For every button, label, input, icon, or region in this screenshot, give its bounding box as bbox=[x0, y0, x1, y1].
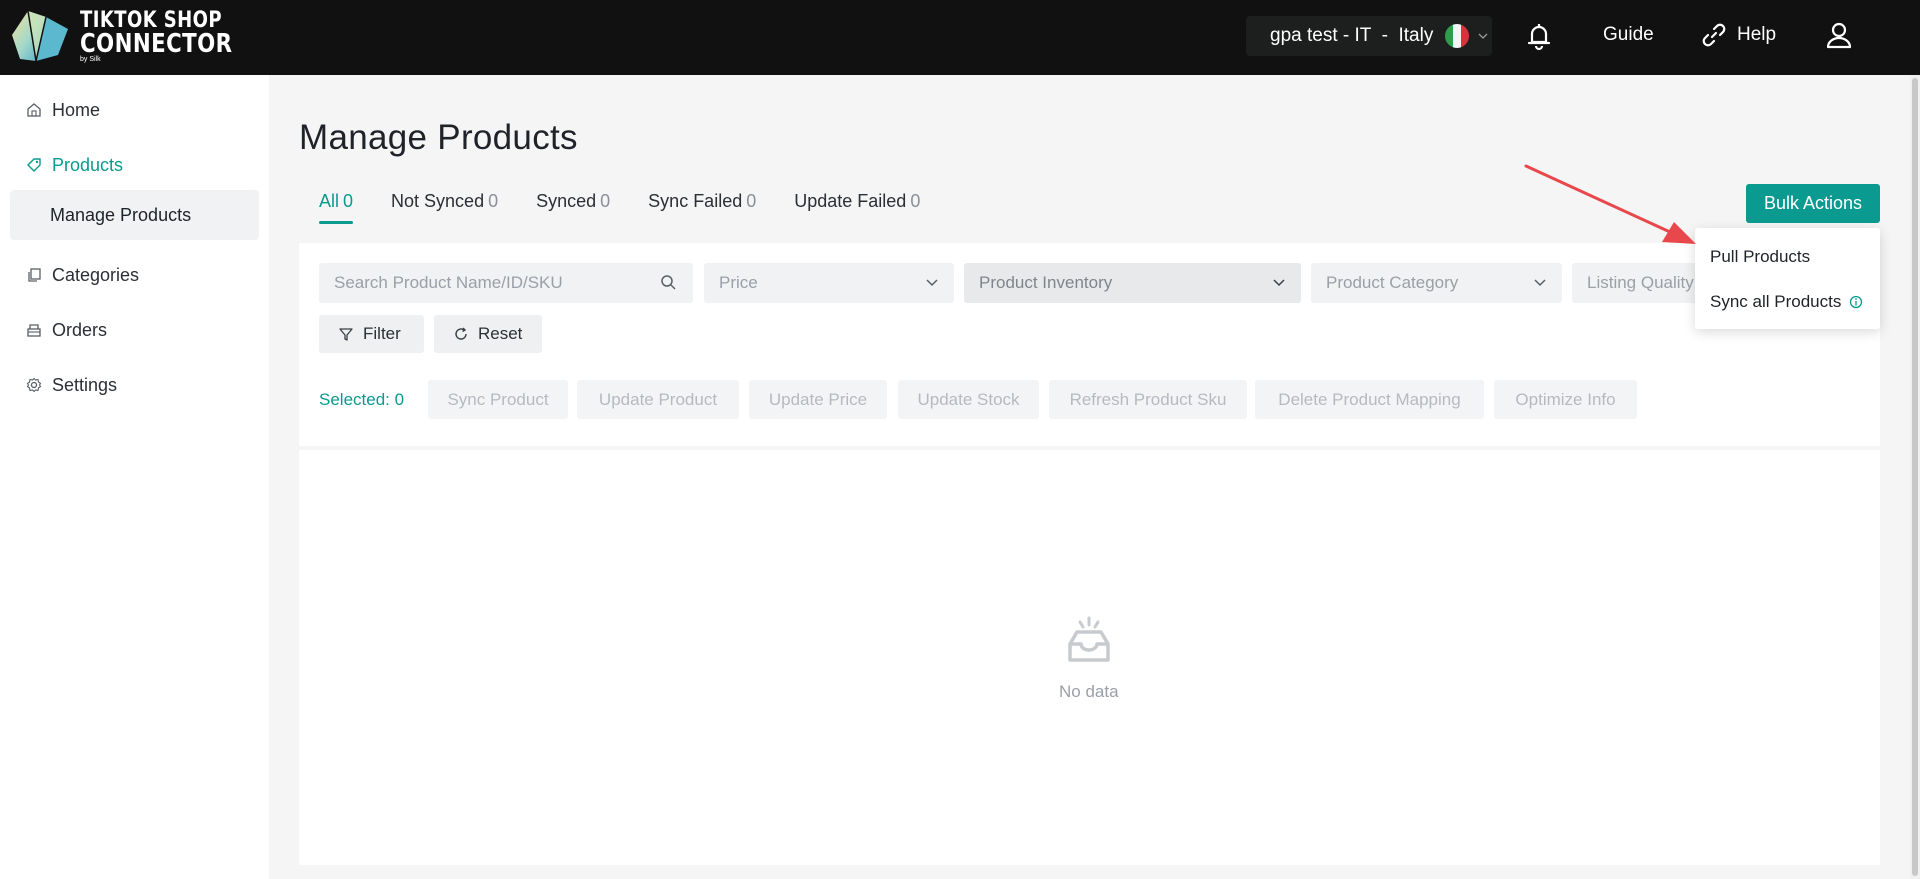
store-selector[interactable]: gpa test - IT - Italy bbox=[1246, 16, 1492, 56]
sidebar-item-label: Categories bbox=[52, 264, 140, 285]
tab-all[interactable]: All 0 bbox=[319, 191, 354, 224]
box-icon bbox=[27, 324, 41, 337]
update-stock-button[interactable]: Update Stock bbox=[898, 380, 1039, 419]
app-logo[interactable]: TIKTOK SHOP CONNECTOR by Silk bbox=[6, 7, 266, 67]
tab-synced[interactable]: Synced 0 bbox=[536, 191, 610, 224]
refresh-product-sku-button[interactable]: Refresh Product Sku bbox=[1049, 380, 1247, 419]
sync-product-button[interactable]: Sync Product bbox=[428, 380, 568, 419]
panel-divider bbox=[299, 446, 1880, 450]
sidebar-item-orders[interactable]: Orders bbox=[0, 307, 269, 353]
page-title: Manage Products bbox=[299, 118, 578, 157]
sidebar-item-categories[interactable]: Categories bbox=[0, 252, 269, 298]
logo-mark-icon bbox=[12, 10, 68, 62]
chevron-down-icon bbox=[1273, 279, 1285, 287]
empty-inbox-icon bbox=[1068, 616, 1110, 662]
gear-icon bbox=[26, 377, 42, 393]
guide-link[interactable]: Guide bbox=[1603, 24, 1654, 46]
bulk-actions-menu: Pull Products Sync all Products bbox=[1695, 228, 1880, 329]
sidebar-item-label: Settings bbox=[52, 374, 118, 395]
sidebar-item-settings[interactable]: Settings bbox=[0, 362, 269, 408]
price-select[interactable]: Price bbox=[704, 263, 954, 303]
chevron-down-icon bbox=[926, 279, 938, 287]
delete-product-mapping-button[interactable]: Delete Product Mapping bbox=[1255, 380, 1484, 419]
chevron-down-icon bbox=[1478, 33, 1488, 39]
annotation-arrow-icon bbox=[1524, 164, 1696, 244]
help-link[interactable]: Help bbox=[1737, 24, 1776, 46]
top-bar: TIKTOK SHOP CONNECTOR by Silk gpa test -… bbox=[0, 0, 1920, 75]
tab-update-failed[interactable]: Update Failed 0 bbox=[794, 191, 920, 224]
sidebar-item-label: Orders bbox=[52, 319, 108, 340]
empty-state-text: No data bbox=[1059, 682, 1119, 701]
status-tabs: All 0 Not Synced 0 Synced 0 Sync Failed 0 Up… bbox=[319, 191, 958, 224]
copy-icon bbox=[28, 268, 41, 282]
chevron-down-icon bbox=[1534, 279, 1546, 287]
search-placeholder: Search Product Name/ID/SKU bbox=[334, 273, 563, 292]
bell-icon[interactable] bbox=[1524, 21, 1554, 51]
filter-button[interactable]: Filter bbox=[319, 315, 424, 353]
selected-count: Selected: 0 bbox=[319, 390, 405, 409]
italy-flag-icon bbox=[1445, 24, 1470, 48]
update-product-button[interactable]: Update Product bbox=[577, 380, 739, 419]
menu-item-pull-products[interactable]: Pull Products bbox=[1710, 247, 1810, 267]
sidebar-item-label: Home bbox=[52, 99, 101, 120]
sidebar-item-products[interactable]: Products bbox=[0, 142, 269, 188]
sidebar: Home Products Manage Products Categories… bbox=[0, 75, 269, 879]
user-icon[interactable] bbox=[1824, 20, 1854, 50]
tab-not-synced[interactable]: Not Synced 0 bbox=[391, 191, 498, 224]
optimize-info-button[interactable]: Optimize Info bbox=[1494, 380, 1637, 419]
inventory-select[interactable]: Product Inventory bbox=[964, 263, 1301, 303]
link-icon[interactable] bbox=[1700, 21, 1728, 49]
listing-quality-select[interactable]: Listing Quality bbox=[1572, 263, 1712, 303]
sidebar-subitem-manage-products[interactable]: Manage Products bbox=[10, 190, 259, 240]
refresh-icon bbox=[455, 327, 467, 340]
menu-item-sync-all-products[interactable]: Sync all Products bbox=[1710, 292, 1863, 312]
info-icon[interactable] bbox=[1849, 295, 1863, 309]
filter-icon bbox=[339, 328, 353, 341]
sidebar-item-label: Products bbox=[52, 154, 124, 175]
reset-button[interactable]: Reset bbox=[434, 315, 542, 353]
bulk-actions-button[interactable]: Bulk Actions bbox=[1746, 184, 1880, 223]
update-price-button[interactable]: Update Price bbox=[749, 380, 887, 419]
home-icon bbox=[27, 103, 41, 117]
page-scrollbar-thumb[interactable] bbox=[1912, 78, 1918, 876]
store-label: gpa test - IT - Italy bbox=[1270, 25, 1434, 46]
search-icon[interactable] bbox=[660, 274, 677, 291]
tab-sync-failed[interactable]: Sync Failed 0 bbox=[648, 191, 756, 224]
sidebar-item-home[interactable]: Home bbox=[0, 87, 269, 133]
search-input[interactable]: Search Product Name/ID/SKU bbox=[319, 263, 693, 303]
logo-line-2: CONNECTOR bbox=[80, 28, 233, 59]
tag-icon bbox=[27, 158, 41, 172]
category-select[interactable]: Product Category bbox=[1311, 263, 1562, 303]
